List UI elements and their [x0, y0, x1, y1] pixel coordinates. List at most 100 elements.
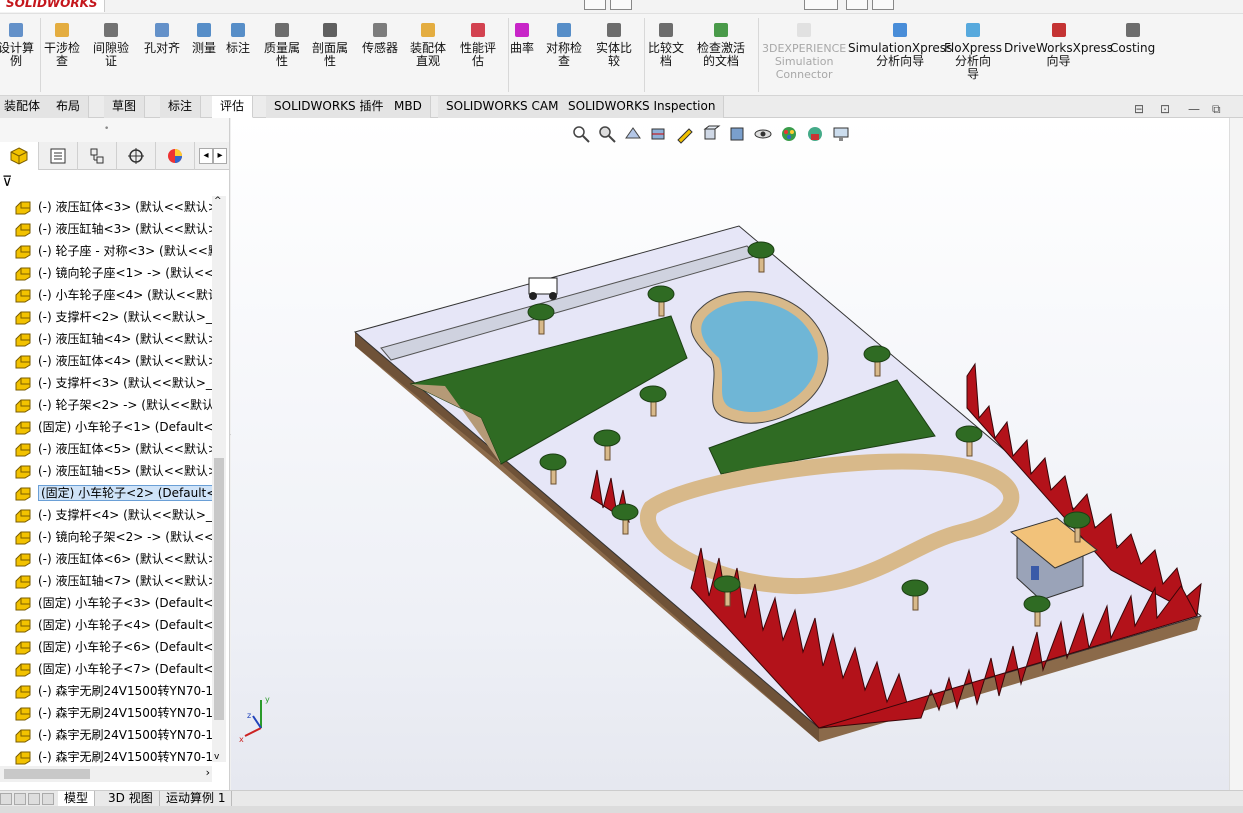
component-icon: [14, 485, 32, 501]
costing-button[interactable]: Costing: [1110, 20, 1155, 55]
compare-docs-button[interactable]: 比较文档: [648, 20, 684, 68]
bottom-tab-2[interactable]: 运动算例 1: [160, 791, 233, 807]
clearance-button[interactable]: 间隙验证: [93, 20, 129, 68]
tree-item[interactable]: (-) 液压缸体<3> (默认<<默认>_: [0, 196, 212, 218]
propertymanager-tab-icon[interactable]: [39, 142, 78, 170]
section-properties-button[interactable]: 剖面属性: [312, 20, 348, 68]
tree-item-label: (固定) 小车轮子<3> (Default<<: [38, 596, 212, 610]
tree-item[interactable]: (-) 液压缸体<4> (默认<<默认>_: [0, 350, 212, 372]
compare-bodies-button[interactable]: 实体比较: [596, 20, 632, 68]
bottom-tab-0[interactable]: 模型: [58, 791, 96, 807]
tree-item-label: (固定) 小车轮子<1> (Default<<: [38, 420, 212, 434]
markup-button[interactable]: 标注: [226, 20, 250, 55]
quick-access-button[interactable]: [872, 0, 894, 10]
simulationxpress-button[interactable]: SimulationXpress 分析向导: [848, 20, 952, 68]
tree-item[interactable]: (固定) 小车轮子<4> (Default<<: [0, 614, 212, 636]
tree-item[interactable]: (固定) 小车轮子<2> (Default<<: [0, 482, 212, 504]
tree-vertical-scrollbar[interactable]: ^ v: [212, 196, 226, 762]
curvature-button[interactable]: 曲率: [510, 20, 534, 55]
tree-item[interactable]: (-) 森宇无刷24V1500转YN70-15: [0, 724, 212, 746]
scrollbar-thumb[interactable]: [4, 769, 90, 779]
tree-item[interactable]: (-) 液压缸轴<4> (默认<<默认>_: [0, 328, 212, 350]
3dx-button[interactable]: 3DEXPERIENCE Simulation Connector: [762, 20, 846, 81]
symmetry-button[interactable]: 对称检查: [546, 20, 582, 68]
displaymanager-tab-icon[interactable]: [156, 142, 195, 170]
tab-nav-arrows[interactable]: [0, 793, 54, 805]
tree-horizontal-scrollbar[interactable]: ›: [0, 766, 212, 782]
maximize-window-icon[interactable]: ⧉: [1212, 102, 1221, 117]
restore-panel-icon[interactable]: ⊟: [1134, 102, 1144, 116]
tab-1[interactable]: 布局: [48, 96, 90, 118]
curvature-icon: [512, 20, 532, 40]
scroll-right-icon[interactable]: ▸: [213, 148, 227, 164]
performance-button[interactable]: 性能评估: [460, 20, 496, 68]
tree-item[interactable]: (-) 支撑杆<4> (默认<<默认>_显: [0, 504, 212, 526]
tab-0[interactable]: 装配体: [0, 96, 50, 118]
tree-item[interactable]: (-) 液压缸轴<7> (默认<<默认>_: [0, 570, 212, 592]
tree-item[interactable]: (固定) 小车轮子<6> (Default<<: [0, 636, 212, 658]
tree-item[interactable]: (-) 镜向轮子架<2> -> (默认<<默: [0, 526, 212, 548]
panel-arrow-icon[interactable]: ⊡: [1160, 102, 1170, 116]
tree-item[interactable]: (-) 液压缸体<6> (默认<<默认>_: [0, 548, 212, 570]
sensor-button[interactable]: 传感器: [362, 20, 398, 55]
tree-item[interactable]: (-) 森宇无刷24V1500转YN70-15: [0, 746, 212, 768]
assembly-model-view[interactable]: y x z: [231, 118, 1243, 790]
panel-grip[interactable]: •: [0, 118, 229, 142]
tree-item[interactable]: (固定) 小车轮子<3> (Default<<: [0, 592, 212, 614]
tree-item[interactable]: (固定) 小车轮子<1> (Default<<: [0, 416, 212, 438]
dimxpert-tab-icon[interactable]: [117, 142, 156, 170]
task-pane-edge[interactable]: [1229, 118, 1243, 790]
minimize-window-icon[interactable]: —: [1188, 102, 1200, 116]
tree-item-label: (固定) 小车轮子<4> (Default<<: [38, 618, 212, 632]
quick-access-button[interactable]: [610, 0, 632, 10]
component-icon: [14, 661, 32, 677]
design-study-button[interactable]: 设计算例: [0, 20, 34, 68]
tree-item[interactable]: (-) 镜向轮子座<1> -> (默认<<默: [0, 262, 212, 284]
check-document-button[interactable]: 检查激活 的文档: [697, 20, 745, 68]
tree-item-label: (-) 液压缸体<5> (默认<<默认>_: [38, 442, 212, 456]
floxpress-button[interactable]: FloXpress 分析向导: [944, 20, 1002, 81]
hole-align-button[interactable]: 孔对齐: [144, 20, 180, 55]
tree-item[interactable]: (-) 液压缸体<5> (默认<<默认>_: [0, 438, 212, 460]
tree-item-label: (-) 液压缸体<4> (默认<<默认>_: [38, 354, 212, 368]
configurationmanager-tab-icon[interactable]: [78, 142, 117, 170]
filter-icon[interactable]: ⊽: [2, 174, 12, 190]
tab-6[interactable]: MBD: [386, 96, 431, 118]
tree-item[interactable]: (-) 森宇无刷24V1500转YN70-15: [0, 680, 212, 702]
tree-item[interactable]: (-) 液压缸轴<5> (默认<<默认>_: [0, 460, 212, 482]
tree-item[interactable]: (-) 小车轮子座<4> (默认<<默认: [0, 284, 212, 306]
quick-access-button[interactable]: [584, 0, 606, 10]
scrollbar-thumb[interactable]: [214, 458, 224, 720]
tab-5[interactable]: SOLIDWORKS 插件: [266, 96, 393, 118]
tree-item[interactable]: (-) 森宇无刷24V1500转YN70-15: [0, 702, 212, 724]
quick-access-button[interactable]: [846, 0, 868, 10]
tree-item[interactable]: (固定) 小车轮子<7> (Default<<: [0, 658, 212, 680]
graphics-area[interactable]: y x z: [231, 118, 1243, 790]
tree-item-label: (固定) 小车轮子<7> (Default<<: [38, 662, 212, 676]
featuremanager-tab-icon[interactable]: [0, 142, 39, 170]
ribbon-button-label: Costing: [1110, 41, 1156, 55]
measure-button[interactable]: 测量: [192, 20, 216, 55]
tree-item[interactable]: (-) 轮子座 - 对称<3> (默认<<默: [0, 240, 212, 262]
tree-item[interactable]: (-) 支撑杆<2> (默认<<默认>_显: [0, 306, 212, 328]
tab-3[interactable]: 标注: [160, 96, 202, 118]
mass-properties-button[interactable]: 质量属性: [264, 20, 300, 68]
tab-8[interactable]: SOLIDWORKS Inspection: [560, 96, 725, 118]
tab-4[interactable]: 评估: [212, 96, 254, 118]
bottom-tab-1[interactable]: 3D 视图: [102, 791, 160, 807]
tab-2[interactable]: 草图: [104, 96, 146, 118]
tree-item[interactable]: (-) 液压缸轴<3> (默认<<默认>_: [0, 218, 212, 240]
check-document-icon: [711, 20, 731, 40]
tab-7[interactable]: SOLIDWORKS CAM: [438, 96, 568, 118]
interference-icon: [52, 20, 72, 40]
tree-item[interactable]: (-) 轮子架<2> -> (默认<<默认>: [0, 394, 212, 416]
assembly-visualization-button[interactable]: 装配体 直观: [410, 20, 446, 68]
interference-button[interactable]: 干涉检查: [44, 20, 80, 68]
scroll-left-icon[interactable]: ◂: [199, 148, 213, 164]
tree-item[interactable]: (-) 支撑杆<3> (默认<<默认>_显: [0, 372, 212, 394]
clearance-icon: [101, 20, 121, 40]
component-icon: [14, 727, 32, 743]
quick-access-button[interactable]: [804, 0, 838, 10]
driveworks-button[interactable]: DriveWorksXpress 向导: [1004, 20, 1113, 68]
tree-item-label: (-) 液压缸轴<5> (默认<<默认>_: [38, 464, 212, 478]
